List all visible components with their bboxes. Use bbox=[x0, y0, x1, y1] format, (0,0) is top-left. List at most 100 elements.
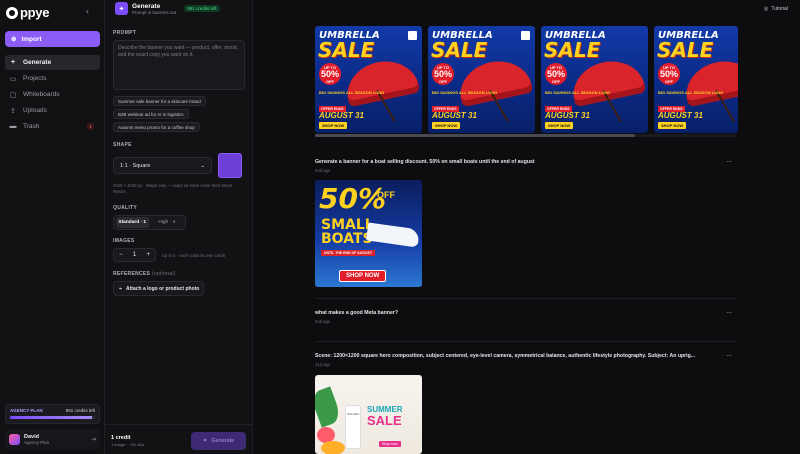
banner-shop-now: SHOP NOW bbox=[545, 122, 574, 129]
tutorial-link[interactable]: ◎ Tutorial bbox=[764, 6, 788, 12]
help-circle-icon: ◎ bbox=[764, 6, 769, 12]
plan-progress-fill bbox=[10, 416, 93, 419]
sidebar-nav: + Generate ▭ Projects ▢ Whiteboards ⇪ Up… bbox=[5, 55, 100, 135]
prompt-input[interactable]: Describe the banner you want — product, … bbox=[113, 40, 245, 90]
images-label: IMAGES bbox=[113, 238, 135, 244]
entry-divider bbox=[315, 341, 736, 342]
generate-button[interactable]: ✦ Generate bbox=[191, 432, 246, 450]
suggestion-chip[interactable]: Summer sale banner for a skincare brand bbox=[113, 96, 206, 106]
user-plus-icon: ⊕ bbox=[11, 36, 17, 43]
summer-sale-banner[interactable]: SOLARA SUMMER SALE Shop now bbox=[315, 375, 422, 454]
badge-percent: 50% bbox=[433, 68, 452, 79]
user-card[interactable]: David Agency Plan ⇥ bbox=[5, 429, 100, 450]
discount-badge: UP TO 50% OFF bbox=[319, 63, 341, 85]
banner-off: OFF bbox=[377, 190, 395, 200]
collapse-sidebar-icon[interactable]: ‹ bbox=[86, 6, 89, 16]
increment-button[interactable]: + bbox=[146, 252, 150, 258]
entry-divider bbox=[315, 298, 736, 299]
panel-header: ✦ Generate Prompt in banners out 991 cre… bbox=[115, 2, 220, 15]
suggestion-chip[interactable]: B2B webinar ad for AI in logistics bbox=[113, 109, 189, 119]
shape-value: 1:1 · Square bbox=[120, 162, 151, 169]
sidebar-item-trash[interactable]: ▬ Trash 1 bbox=[5, 119, 100, 134]
references-label-text: REFERENCES bbox=[113, 271, 151, 277]
entry-prompt-text: Generate a banner for a boat selling dis… bbox=[315, 159, 535, 165]
panel-subtitle: Prompt in banners out bbox=[132, 9, 177, 15]
quality-high-option[interactable]: High · 4 bbox=[151, 217, 184, 228]
suggestion-chip[interactable]: Autumn menu promo for a coffee shop bbox=[113, 122, 200, 132]
sparkle-icon: ✦ bbox=[115, 2, 128, 15]
sidebar-item-label: Generate bbox=[23, 59, 52, 66]
quality-standard-option[interactable]: Standard · 1 bbox=[116, 217, 149, 228]
banner-until: UNTIL THE END OF AUGUST bbox=[321, 250, 376, 256]
import-button[interactable]: ⊕ Import bbox=[5, 31, 100, 47]
shape-select[interactable]: 1:1 · Square ⌄ bbox=[113, 157, 212, 174]
carousel-scrollbar-thumb[interactable] bbox=[315, 134, 635, 137]
folder-icon: ▭ bbox=[9, 75, 17, 83]
prompt-label: PROMPT bbox=[113, 30, 137, 36]
app-logo[interactable]: ppye bbox=[6, 5, 49, 20]
images-hint: Up to 4 · each costs its own credit bbox=[162, 253, 225, 258]
sidebar-item-projects[interactable]: ▭ Projects bbox=[5, 71, 100, 86]
attach-reference-button[interactable]: ⌁ Attach a logo or product photo bbox=[113, 281, 204, 296]
umbrella-image bbox=[680, 54, 738, 108]
product-brand: SOLARA bbox=[347, 412, 360, 416]
attach-label: Attach a logo or product photo bbox=[126, 285, 200, 292]
umbrella-sale-banner[interactable]: UMBRELLA SALE UP TO 50% OFF BIG SAVINGS ALL S… bbox=[428, 26, 535, 133]
quality-label: QUALITY bbox=[113, 205, 138, 211]
shape-preview-swatch bbox=[218, 153, 242, 178]
banner-shop-now: SHOP NOW bbox=[319, 122, 348, 129]
app-root: ppye ‹ ⊕ Import + Generate ▭ Projects ▢ … bbox=[0, 0, 800, 454]
sidebar-item-label: Whiteboards bbox=[23, 91, 60, 98]
paperclip-icon: ⌁ bbox=[119, 285, 123, 292]
badge-off: OFF bbox=[326, 78, 334, 84]
whiteboard-icon: ▢ bbox=[9, 91, 17, 99]
banner-percent: 50% bbox=[319, 182, 387, 215]
umbrella-sale-banner[interactable]: UMBRELLA SALE UP TO 50% OFF BIG SAVINGS ALL S… bbox=[654, 26, 738, 133]
trash-icon: ▬ bbox=[9, 123, 17, 130]
logout-icon[interactable]: ⇥ bbox=[91, 436, 96, 443]
banner-line2: SALE bbox=[657, 38, 714, 62]
banner-headline-line1: SMALL bbox=[321, 217, 374, 233]
banner-headline: SMALL BOATS bbox=[321, 218, 374, 246]
logo-mark-icon bbox=[6, 6, 18, 19]
plus-icon: + bbox=[10, 59, 16, 66]
umbrella-sale-banner[interactable]: UMBRELLA SALE UP TO 50% OFF BIG SAVINGS ALL S… bbox=[541, 26, 648, 133]
boat-sale-banner[interactable]: 50% OFF SMALL BOATS UNTIL THE END OF AUG… bbox=[315, 180, 422, 287]
decrement-button[interactable]: − bbox=[119, 252, 123, 258]
plan-card[interactable]: AGENCY PLAN 991 credits left bbox=[5, 404, 100, 424]
plan-name: AGENCY PLAN bbox=[10, 408, 43, 413]
sidebar-item-uploads[interactable]: ⇪ Uploads bbox=[5, 103, 100, 118]
entry-time: 41d ago bbox=[315, 362, 331, 367]
entry-prompt-text: what makes a good Meta banner? bbox=[315, 310, 399, 316]
entry-more-icon[interactable]: ··· bbox=[726, 157, 732, 166]
badge-percent: 50% bbox=[546, 68, 565, 79]
carousel-scrollbar[interactable] bbox=[315, 134, 736, 137]
entry-more-icon[interactable]: ··· bbox=[726, 351, 732, 360]
sidebar-item-label: Projects bbox=[23, 75, 47, 82]
plan-credits: 991 credits left bbox=[65, 408, 95, 413]
banner-date: AUGUST 31 bbox=[319, 111, 364, 120]
avatar bbox=[9, 434, 20, 445]
entry-prompt-text: Scene: 1200×1200 square hero composition… bbox=[315, 353, 696, 359]
badge-off: OFF bbox=[665, 78, 673, 84]
sidebar-item-label: Uploads bbox=[23, 107, 47, 114]
badge-off: OFF bbox=[439, 78, 447, 84]
banner-shop-now: Shop now bbox=[379, 441, 401, 447]
images-stepper: − 1 + bbox=[113, 248, 156, 262]
banner-savings: BIG SAVINGS ALL SEASON LONG bbox=[658, 90, 724, 95]
badge-off: OFF bbox=[552, 78, 560, 84]
entry-more-icon[interactable]: ··· bbox=[726, 308, 732, 317]
sparkle-icon: ✦ bbox=[202, 438, 208, 444]
shape-label: SHAPE bbox=[113, 142, 132, 148]
banner-line2: SALE bbox=[544, 38, 601, 62]
brand-mark-icon bbox=[521, 31, 530, 40]
sidebar-item-whiteboards[interactable]: ▢ Whiteboards bbox=[5, 87, 100, 102]
banner-line2: SALE bbox=[431, 38, 488, 62]
sidebar-item-generate[interactable]: + Generate bbox=[5, 55, 100, 70]
generate-label: Generate bbox=[211, 438, 235, 444]
quality-toggle: Standard · 1 High · 4 bbox=[113, 215, 186, 230]
discount-badge: UP TO 50% OFF bbox=[432, 63, 454, 85]
banner-savings: BIG SAVINGS ALL SEASON LONG bbox=[319, 90, 385, 95]
footer-estimate: 1 image · ~30–60s bbox=[111, 442, 145, 447]
umbrella-sale-banner[interactable]: UMBRELLA SALE UP TO 50% OFF BIG SAVINGS ALL S… bbox=[315, 26, 422, 133]
